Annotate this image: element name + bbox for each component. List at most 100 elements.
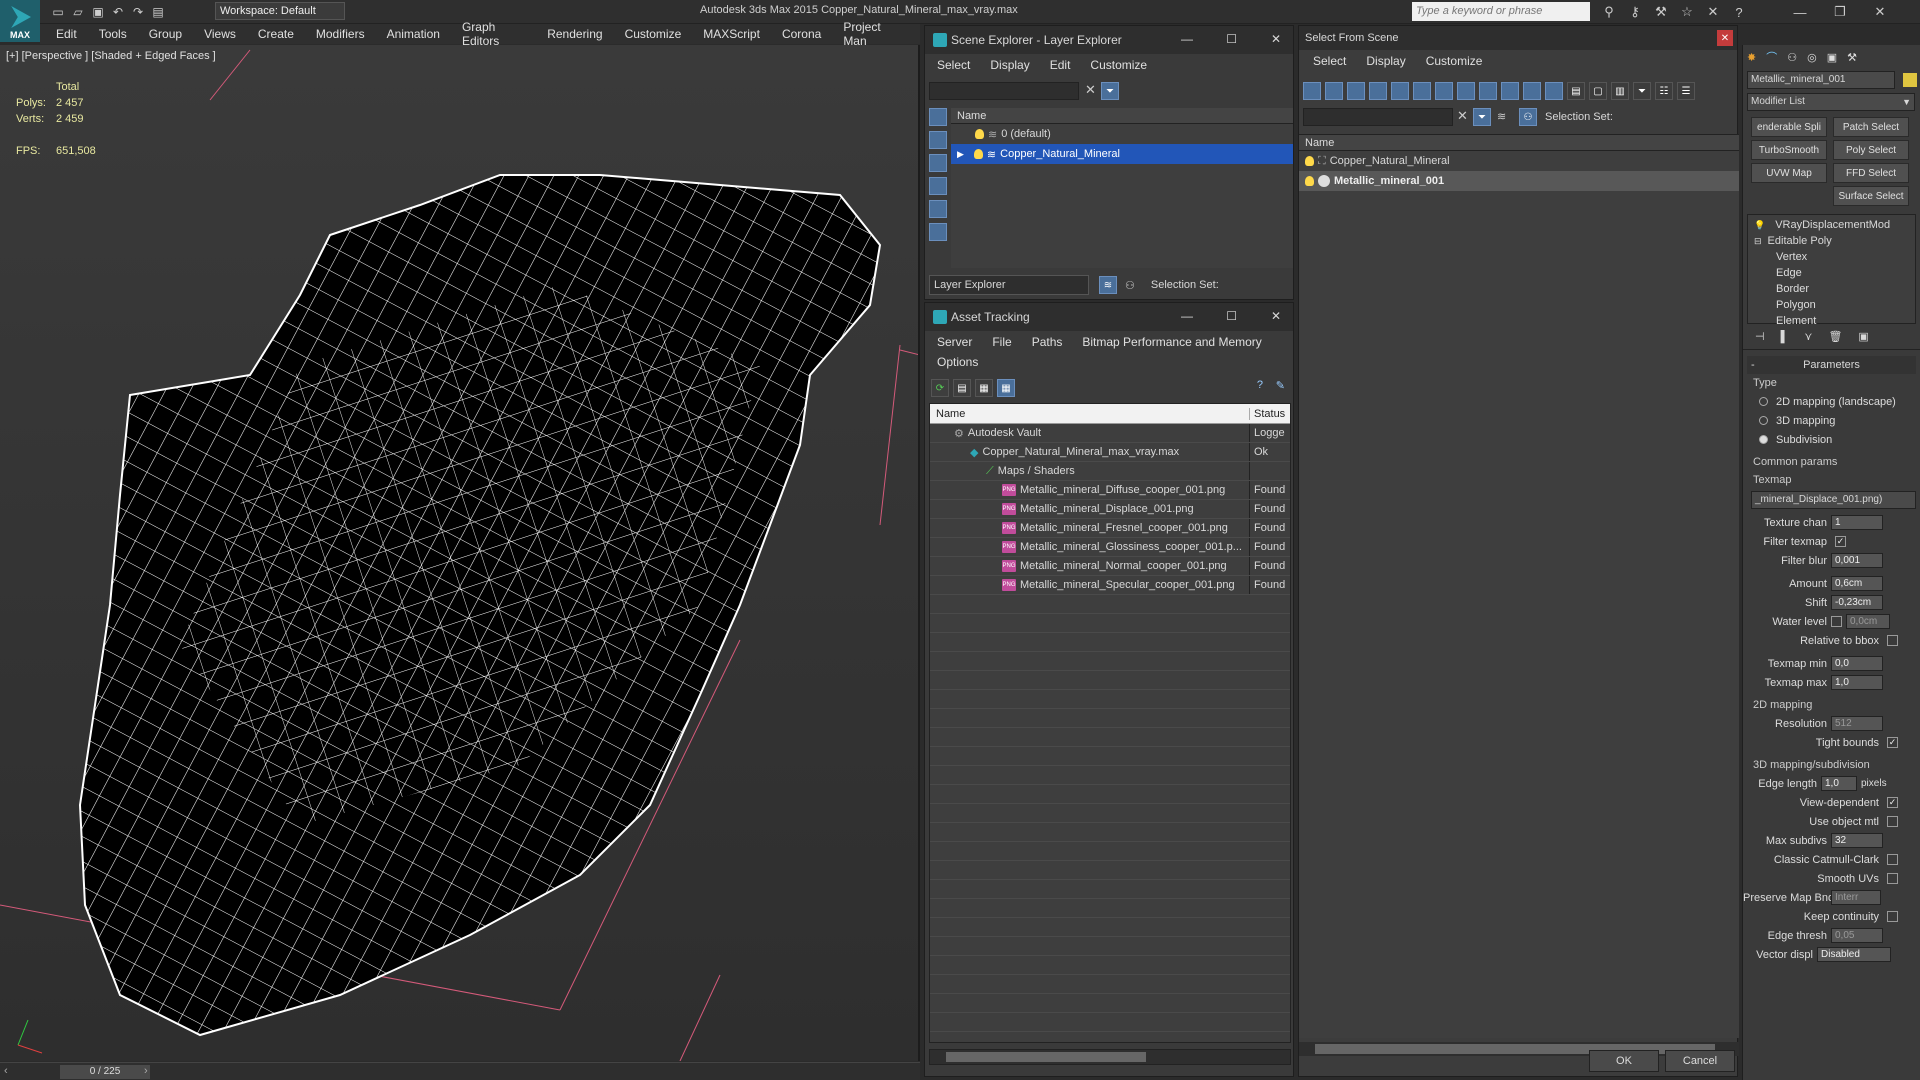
asset-col-status[interactable]: Status	[1250, 408, 1290, 420]
favorites-star-icon[interactable]: ☆	[1674, 2, 1700, 22]
stack-sub-polygon[interactable]: Polygon	[1748, 297, 1915, 313]
texture-chan-spinner[interactable]: 1	[1831, 515, 1883, 530]
ss-list-header[interactable]: Name	[1299, 135, 1739, 151]
cancel-button[interactable]: Cancel	[1665, 1050, 1735, 1072]
explorer-type-dropdown[interactable]: Layer Explorer	[929, 275, 1089, 295]
type-subdivision-radio[interactable]: Subdivision	[1743, 430, 1920, 449]
menu-corona[interactable]: Corona	[782, 27, 821, 41]
ffd-select-button[interactable]: FFD Select	[1833, 163, 1909, 183]
list-view-icon[interactable]: ▤	[953, 379, 971, 397]
new-file-icon[interactable]: ▭	[48, 3, 68, 21]
highlight-icon[interactable]: ✎	[1276, 379, 1285, 392]
configure-sets-icon[interactable]: ▣	[1858, 330, 1868, 343]
display-xrefs-icon[interactable]	[1457, 82, 1475, 100]
water-level-spinner[interactable]: 0,0cm	[1846, 614, 1890, 629]
menu-graph-editors[interactable]: Graph Editors	[462, 20, 525, 48]
stack-sub-vertex[interactable]: Vertex	[1748, 249, 1915, 265]
motion-tab-icon[interactable]: ◎	[1807, 51, 1817, 64]
show-end-result-icon[interactable]: ▌	[1781, 331, 1789, 343]
display-objects-icon[interactable]	[929, 108, 947, 126]
at-horizontal-scrollbar[interactable]	[929, 1049, 1291, 1065]
project-folder-icon[interactable]: ▤	[148, 3, 168, 21]
filter-blur-spinner[interactable]: 0,001	[1831, 553, 1883, 568]
water-level-checkbox[interactable]	[1831, 616, 1842, 627]
stack-sub-border[interactable]: Border	[1748, 281, 1915, 297]
save-file-icon[interactable]: ▣	[88, 3, 108, 21]
hierarchy-icon[interactable]: ☷	[1655, 82, 1673, 100]
menu-project-manager[interactable]: Project Man	[843, 20, 898, 48]
close-icon[interactable]: ✕	[1860, 2, 1900, 22]
at-scroll-thumb[interactable]	[946, 1052, 1146, 1062]
display-shapes-icon[interactable]	[929, 154, 947, 172]
ss-row-copper[interactable]: ⛶ Copper_Natural_Mineral	[1299, 151, 1739, 171]
stack-item-vraydisplacement[interactable]: 💡 VRayDisplacementMod	[1748, 217, 1915, 233]
se-menu-edit[interactable]: Edit	[1050, 58, 1071, 72]
display-geometry-icon[interactable]	[1303, 82, 1321, 100]
surface-select-button[interactable]: Surface Select	[1833, 186, 1909, 206]
scene-explorer-titlebar[interactable]: Scene Explorer - Layer Explorer — ☐ ✕	[925, 26, 1293, 54]
display-spacewarps-icon[interactable]	[1413, 82, 1431, 100]
options-icon[interactable]: ☰	[1677, 82, 1695, 100]
view-dependent-checkbox[interactable]: ✓	[1887, 797, 1898, 808]
undo-icon[interactable]: ↶	[108, 3, 128, 21]
layer-list-header[interactable]: Name	[951, 108, 1293, 124]
at-menu-file[interactable]: File	[992, 335, 1011, 349]
thumbnail-view-icon[interactable]: ▦	[975, 379, 993, 397]
asset-tracking-titlebar[interactable]: Asset Tracking — ☐ ✕	[925, 303, 1293, 331]
display-none-icon[interactable]: ▢	[1589, 82, 1607, 100]
parameters-rollout-header[interactable]: - Parameters	[1747, 356, 1916, 374]
edge-thresh-spinner[interactable]: 0,05	[1831, 928, 1883, 943]
minimize-icon[interactable]: —	[1181, 309, 1193, 323]
close-icon[interactable]: ✕	[1271, 32, 1281, 46]
renderable-spline-button[interactable]: enderable Spli	[1751, 117, 1827, 137]
display-hidden-icon[interactable]	[1545, 82, 1563, 100]
help-icon[interactable]: ?	[1257, 379, 1263, 391]
hierarchy-tab-icon[interactable]: ⚇	[1787, 51, 1797, 64]
redo-icon[interactable]: ↷	[128, 3, 148, 21]
asset-row[interactable]: PNG Metallic_mineral_Glossiness_cooper_00…	[930, 538, 1290, 557]
display-geometry-icon[interactable]	[929, 131, 947, 149]
open-file-icon[interactable]: ▱	[68, 3, 88, 21]
collapse-icon[interactable]: ⊟	[1754, 236, 1762, 247]
maximize-icon[interactable]: ☐	[1226, 309, 1237, 323]
binoculars-icon[interactable]: ⚲	[1596, 2, 1622, 22]
display-groups-icon[interactable]	[1435, 82, 1453, 100]
remove-modifier-icon[interactable]: 🗑	[1828, 330, 1842, 343]
se-menu-customize[interactable]: Customize	[1090, 58, 1147, 72]
minimize-icon[interactable]: —	[1780, 2, 1820, 22]
menu-animation[interactable]: Animation	[387, 27, 440, 41]
asset-row[interactable]: ⚙ Autodesk Vault Logge	[930, 424, 1290, 443]
at-menu-bitmap[interactable]: Bitmap Performance and Memory	[1082, 335, 1261, 349]
close-icon[interactable]: ✕	[1271, 309, 1281, 323]
ss-search-input[interactable]	[1303, 108, 1453, 126]
layer-toggle-icon[interactable]: ≋	[1099, 276, 1117, 294]
asset-row[interactable]: PNG Metallic_mineral_Specular_cooper_001.…	[930, 576, 1290, 595]
poly-select-button[interactable]: Poly Select	[1833, 140, 1909, 160]
pin-stack-icon[interactable]: ⊣	[1755, 330, 1765, 343]
clear-search-icon[interactable]: ✕	[1457, 108, 1468, 124]
time-slider-prev-icon[interactable]: ‹	[4, 1065, 8, 1077]
at-menu-paths[interactable]: Paths	[1032, 335, 1063, 349]
type-2d-radio[interactable]: 2D mapping (landscape)	[1743, 392, 1920, 411]
catmull-clark-checkbox[interactable]	[1887, 854, 1898, 865]
exchange-icon[interactable]: ✕	[1700, 2, 1726, 22]
asset-row[interactable]: PNG Metallic_mineral_Fresnel_cooper_001.p…	[930, 519, 1290, 538]
restore-icon[interactable]: ❐	[1820, 2, 1860, 22]
time-slider[interactable]: ‹ 0 / 225 ›	[0, 1062, 920, 1080]
display-lights-icon[interactable]	[1347, 82, 1365, 100]
display-lights-icon[interactable]	[929, 177, 947, 195]
relative-bbox-checkbox[interactable]	[1887, 635, 1898, 646]
vector-displ-dropdown[interactable]: Disabled	[1817, 947, 1891, 962]
amount-spinner[interactable]: 0,6cm	[1831, 576, 1883, 591]
use-object-mtl-checkbox[interactable]	[1887, 816, 1898, 827]
perspective-viewport[interactable]: [+] [Perspective ] [Shaded + Edged Faces…	[0, 45, 920, 1061]
uvw-map-button[interactable]: UVW Map	[1751, 163, 1827, 183]
menu-customize[interactable]: Customize	[625, 27, 682, 41]
key-icon[interactable]: ⚷	[1622, 2, 1648, 22]
menu-views[interactable]: Views	[204, 27, 236, 41]
object-color-swatch[interactable]	[1903, 73, 1917, 87]
filter-toggle-icon[interactable]: ⏷	[1473, 108, 1491, 126]
viewport-label[interactable]: [+] [Perspective ] [Shaded + Edged Faces…	[6, 50, 216, 62]
menu-maxscript[interactable]: MAXScript	[703, 27, 760, 41]
at-menu-server[interactable]: Server	[937, 335, 972, 349]
